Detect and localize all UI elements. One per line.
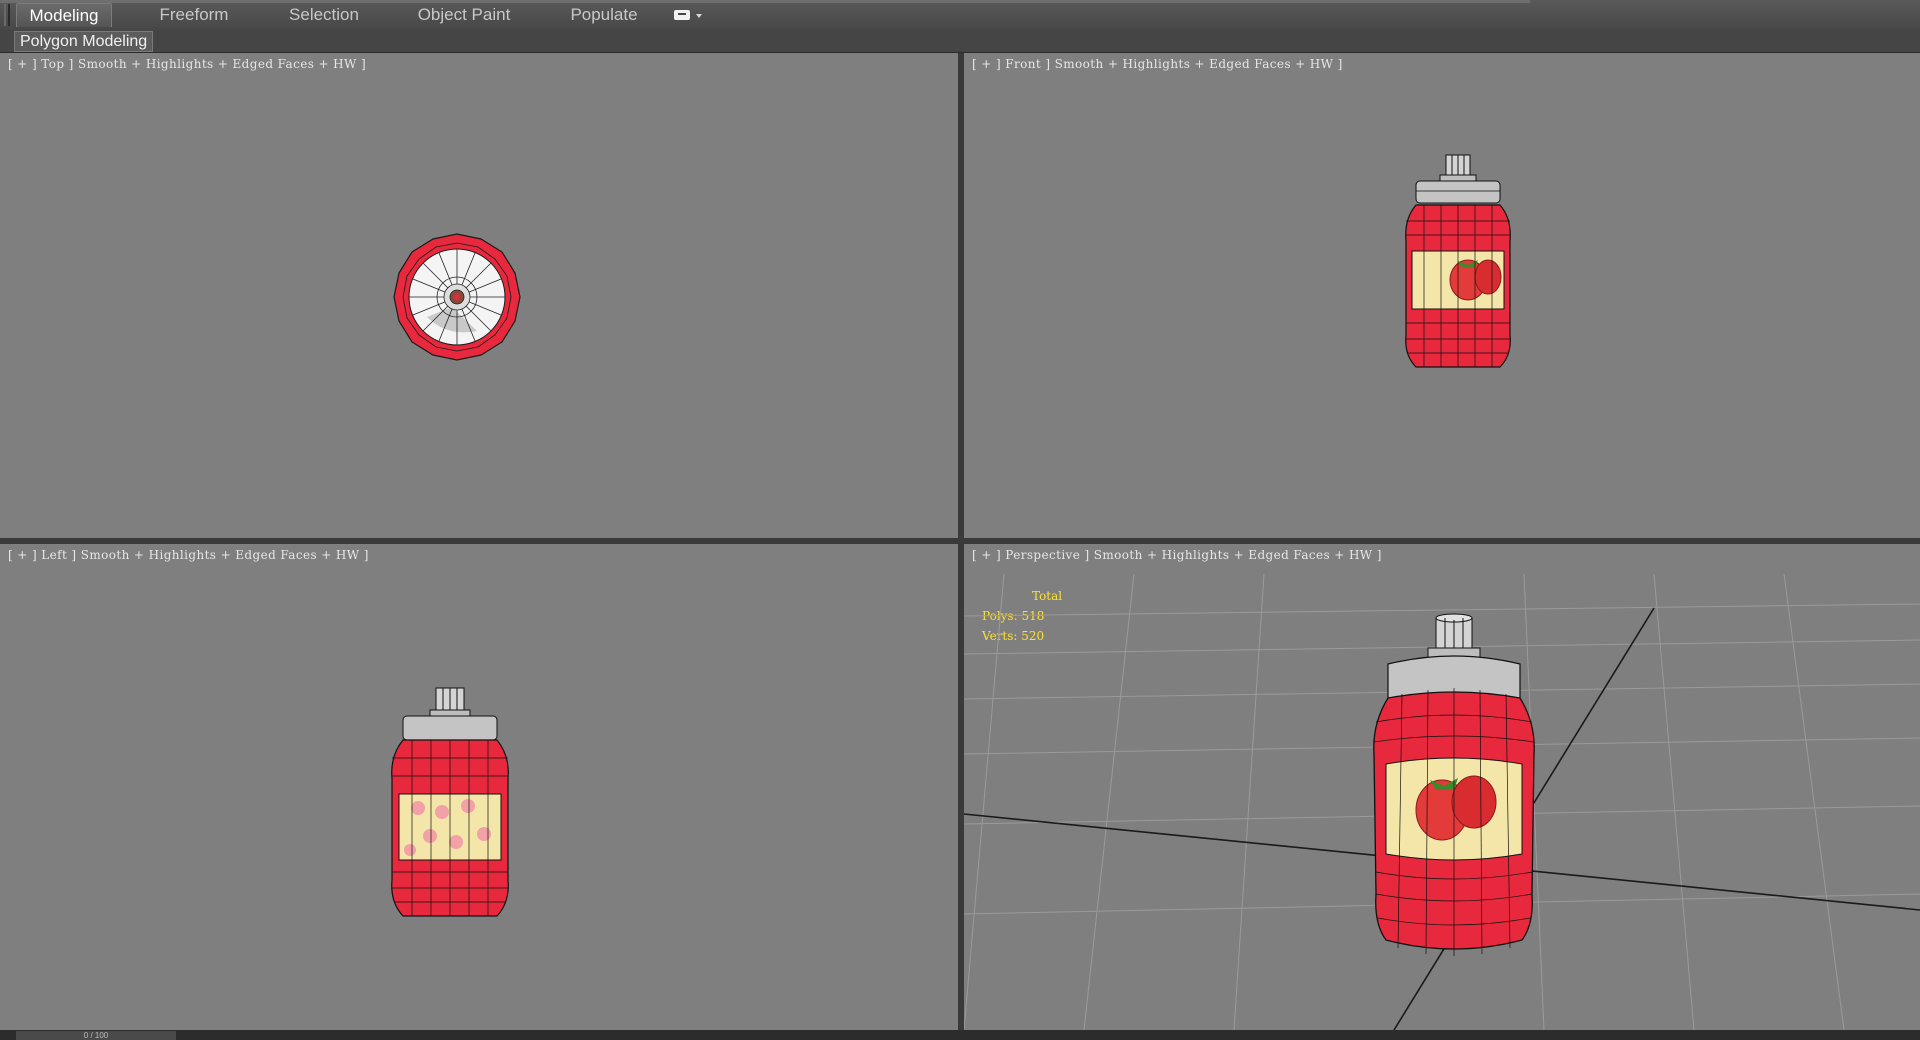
tab-freeform[interactable]: Freeform (148, 3, 240, 27)
ribbon: Modeling Freeform Selection Object Paint… (0, 0, 1920, 31)
viewport-left[interactable]: [ + ] Left ] Smooth + Highlights + Edged… (0, 544, 958, 1030)
time-slider[interactable]: 0 / 100 (16, 1031, 176, 1040)
jar-front-view (1405, 154, 1511, 368)
tab-object-paint[interactable]: Object Paint (412, 3, 516, 27)
polygon-modeling-panel-toggle[interactable]: Polygon Modeling (14, 31, 154, 52)
status-bar: 0 / 100 (0, 1030, 1920, 1040)
jar-top-view (393, 233, 521, 361)
tab-selection[interactable]: Selection (278, 3, 370, 27)
viewport-top[interactable]: [ + ] Top ] Smooth + Highlights + Edged … (0, 53, 958, 538)
ribbon-options-icon[interactable] (672, 7, 706, 23)
perspective-scene (964, 573, 1920, 1030)
ribbon-panel-bar: Polygon Modeling (0, 30, 1920, 53)
ribbon-grip[interactable] (4, 4, 10, 26)
tab-modeling[interactable]: Modeling (16, 3, 112, 27)
viewport-perspective[interactable]: [ + ] Perspective ] Smooth + Highlights … (964, 544, 1920, 1030)
viewport-front[interactable]: [ + ] Front ] Smooth + Highlights + Edge… (964, 53, 1920, 538)
jar-left-view (391, 687, 509, 917)
tab-populate[interactable]: Populate (562, 3, 646, 27)
